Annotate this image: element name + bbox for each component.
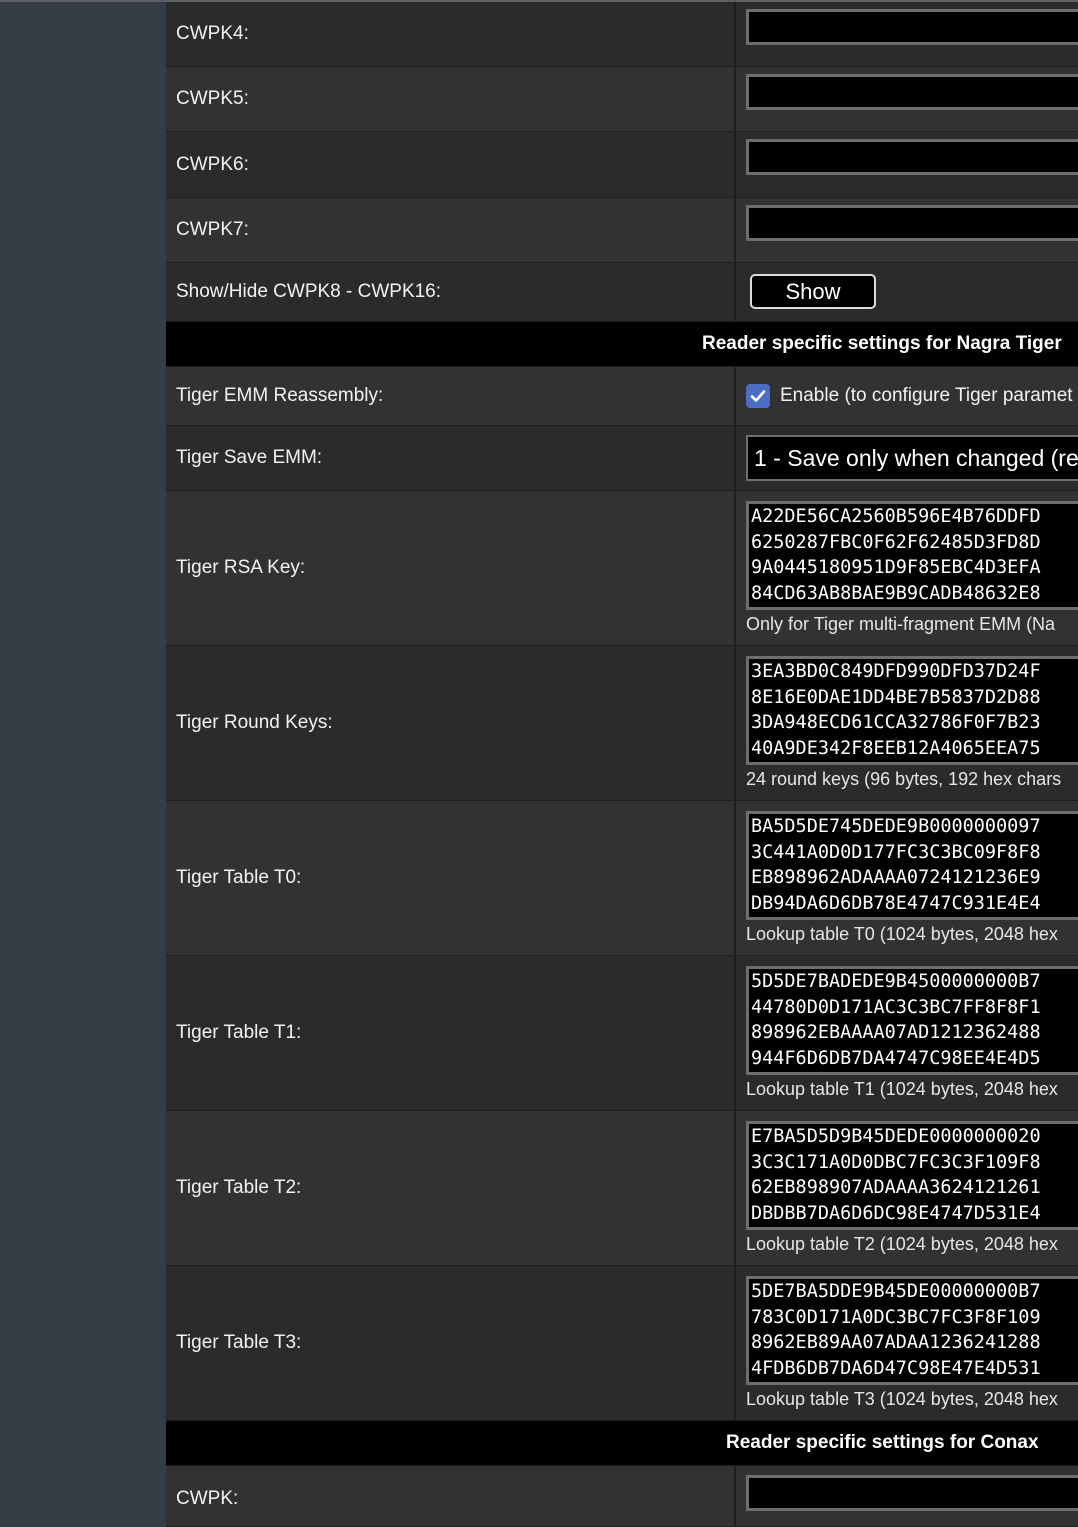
show-button[interactable]: Show <box>750 274 876 309</box>
conax-cwpk-input[interactable] <box>746 1475 1078 1511</box>
tiger-table-t2-label: Tiger Table T2: <box>176 1177 302 1198</box>
tiger-emm-reassembly-row: Tiger EMM Reassembly: Enable (to configu… <box>166 367 1078 426</box>
tiger-round-keys-label: Tiger Round Keys: <box>176 712 333 733</box>
tiger-rsa-key-label: Tiger RSA Key: <box>176 557 306 578</box>
conax-cwpk-label: CWPK: <box>176 1488 239 1509</box>
cwpk6-label: CWPK6: <box>176 153 249 175</box>
cwpk6-row: CWPK6: <box>166 132 1078 198</box>
tiger-rsa-key-row: Tiger RSA Key: A22DE56CA2560B596E4B76DDF… <box>166 491 1078 646</box>
tiger-table-t0-label: Tiger Table T0: <box>176 867 302 888</box>
cwpk7-input[interactable] <box>746 205 1078 241</box>
cwpk5-input[interactable] <box>746 74 1078 110</box>
conax-cwpk-row: CWPK: <box>166 1466 1078 1527</box>
reader-settings-table: CWPK4: CWPK5: CWPK6: CWPK7: Show/Hide CW… <box>166 2 1078 1527</box>
cwpk5-label: CWPK5: <box>176 88 249 109</box>
cwpk6-input[interactable] <box>746 139 1078 175</box>
tiger-emm-reassembly-label: Tiger EMM Reassembly: <box>176 385 384 406</box>
tiger-table-t0-hint: Lookup table T0 (1024 bytes, 2048 hex <box>746 924 1058 944</box>
section-header-conax: Reader specific settings for Conax <box>166 1421 1078 1466</box>
cwpk4-label: CWPK4: <box>176 23 249 44</box>
tiger-table-t1-row: Tiger Table T1: 5D5DE7BADEDE9B4500000000… <box>166 956 1078 1111</box>
tiger-table-t1-hint: Lookup table T1 (1024 bytes, 2048 hex <box>746 1079 1058 1099</box>
tiger-table-t3-label: Tiger Table T3: <box>176 1332 302 1353</box>
tiger-emm-reassembly-checkbox[interactable] <box>746 384 770 408</box>
section-title: Reader specific settings for Nagra Tiger <box>702 333 1062 354</box>
cwpk7-row: CWPK7: <box>166 198 1078 263</box>
tiger-save-emm-select[interactable]: 1 - Save only when changed (re <box>746 435 1078 481</box>
tiger-table-t3-row: Tiger Table T3: 5DE7BA5DDE9B45DE00000000… <box>166 1266 1078 1421</box>
cwpk4-row: CWPK4: <box>166 2 1078 67</box>
tiger-table-t3-hint: Lookup table T3 (1024 bytes, 2048 hex <box>746 1389 1058 1409</box>
tiger-table-t0-textarea[interactable]: BA5D5DE745DEDE9B0000000097 3C441A0D0D177… <box>746 811 1078 920</box>
cwpk4-input[interactable] <box>746 9 1078 45</box>
tiger-save-emm-row: Tiger Save EMM: 1 - Save only when chang… <box>166 426 1078 491</box>
tiger-emm-reassembly-option: Enable (to configure Tiger paramet <box>780 385 1073 406</box>
tiger-rsa-key-textarea[interactable]: A22DE56CA2560B596E4B76DDFD 6250287FBC0F6… <box>746 501 1078 610</box>
section-header-nagra-tiger: Reader specific settings for Nagra Tiger <box>166 322 1078 367</box>
cwpk5-row: CWPK5: <box>166 67 1078 132</box>
section-title: Reader specific settings for Conax <box>726 1432 1039 1453</box>
tiger-save-emm-label: Tiger Save EMM: <box>176 447 323 468</box>
tiger-table-t2-hint: Lookup table T2 (1024 bytes, 2048 hex <box>746 1234 1058 1254</box>
tiger-table-t3-textarea[interactable]: 5DE7BA5DDE9B45DE00000000B7 783C0D171A0DC… <box>746 1276 1078 1385</box>
tiger-table-t2-textarea[interactable]: E7BA5D5D9B45DEDE0000000020 3C3C171A0D0DB… <box>746 1121 1078 1230</box>
sidebar <box>0 2 166 1502</box>
cwpk7-label: CWPK7: <box>176 219 249 240</box>
tiger-round-keys-row: Tiger Round Keys: 3EA3BD0C849DFD990DFD37… <box>166 646 1078 801</box>
tiger-rsa-key-hint: Only for Tiger multi-fragment EMM (Na <box>746 614 1056 634</box>
show-hide-row: Show/Hide CWPK8 - CWPK16: Show <box>166 263 1078 322</box>
tiger-round-keys-hint: 24 round keys (96 bytes, 192 hex chars <box>746 769 1062 789</box>
checkmark-icon <box>750 390 766 402</box>
show-hide-label: Show/Hide CWPK8 - CWPK16: <box>176 281 442 302</box>
tiger-table-t1-label: Tiger Table T1: <box>176 1022 302 1043</box>
tiger-table-t0-row: Tiger Table T0: BA5D5DE745DEDE9B00000000… <box>166 801 1078 956</box>
tiger-table-t2-row: Tiger Table T2: E7BA5D5D9B45DEDE00000000… <box>166 1111 1078 1266</box>
tiger-table-t1-textarea[interactable]: 5D5DE7BADEDE9B4500000000B7 44780D0D171AC… <box>746 966 1078 1075</box>
tiger-round-keys-textarea[interactable]: 3EA3BD0C849DFD990DFD37D24F 8E16E0DAE1DD4… <box>746 656 1078 765</box>
